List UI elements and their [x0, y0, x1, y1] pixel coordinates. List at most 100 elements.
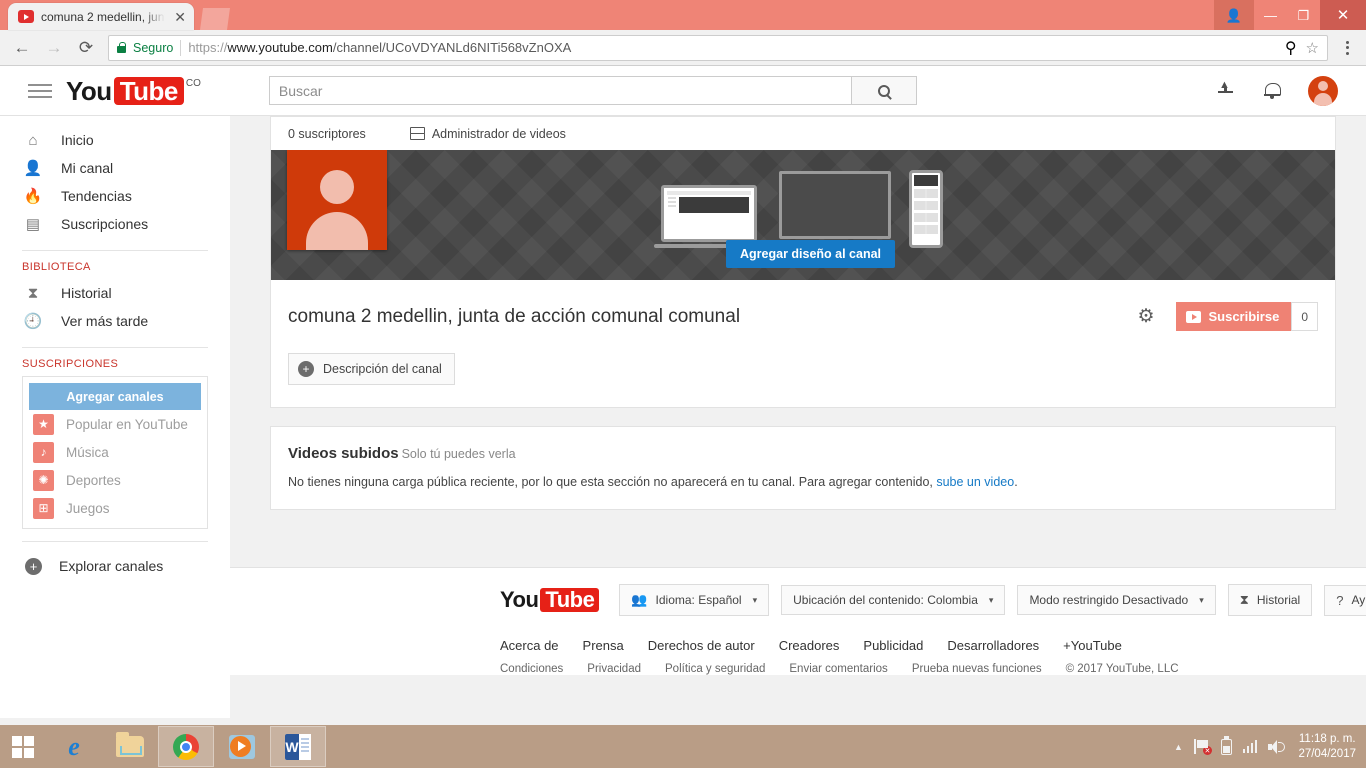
omnibox-icons: ⚲ ☆: [1285, 38, 1319, 58]
sidebar-item-label: Suscripciones: [61, 216, 149, 232]
trending-flame-icon: 🔥: [23, 188, 43, 205]
footer-links: Acerca de Prensa Derechos de autor Cread…: [230, 638, 1366, 675]
upload-icon[interactable]: [1216, 79, 1236, 100]
new-tab-button[interactable]: [200, 8, 230, 30]
sidebar-item-inicio[interactable]: ⌂ Inicio: [0, 126, 230, 154]
laptop-icon: [654, 185, 767, 248]
restricted-mode-selector[interactable]: Modo restringido Desactivado ▾: [1017, 585, 1216, 615]
copyright-text: © 2017 YouTube, LLC: [1065, 663, 1179, 675]
key-icon[interactable]: ⚲: [1285, 38, 1297, 58]
forward-button[interactable]: →: [40, 34, 68, 62]
main-content: 0 suscriptores Administrador de videos A…: [230, 116, 1366, 718]
add-channel-art-button[interactable]: Agregar diseño al canal: [726, 240, 896, 268]
uploads-heading: Videos subidos: [288, 445, 399, 462]
add-channels-button[interactable]: Agregar canales: [29, 383, 201, 410]
history-label: Historial: [1256, 593, 1301, 607]
battery-icon[interactable]: [1220, 735, 1232, 755]
taskbar-item-word[interactable]: W: [270, 726, 326, 767]
show-hidden-icons-icon[interactable]: ▲: [1174, 742, 1183, 752]
music-note-icon: ♪: [33, 441, 54, 463]
window-controls: 👤 — ❐ ✕: [1214, 0, 1366, 30]
footer-logo[interactable]: You Tube: [500, 588, 600, 612]
volume-icon[interactable]: [1268, 739, 1286, 754]
uploads-empty-text: No tienes ninguna carga pública reciente…: [288, 475, 937, 489]
address-bar[interactable]: Seguro https://www.youtube.com/channel/U…: [108, 34, 1328, 61]
gamepad-icon: ⊞: [33, 497, 54, 519]
windows-start-button[interactable]: [0, 725, 46, 768]
footer-help-button[interactable]: ? Ayuda: [1324, 584, 1366, 616]
sidebar-item-label: Ver más tarde: [61, 313, 149, 329]
sidebar-item-popular[interactable]: ★ Popular en YouTube: [29, 410, 201, 438]
uploads-empty-message: No tienes ninguna carga pública reciente…: [288, 475, 1318, 489]
sidebar-item-juegos[interactable]: ⊞ Juegos: [29, 494, 201, 522]
footer-link[interactable]: Enviar comentarios: [789, 663, 887, 675]
sidebar-item-tendencias[interactable]: 🔥 Tendencias: [0, 182, 230, 210]
footer-link[interactable]: Desarrolladores: [947, 638, 1039, 653]
youtube-logo[interactable]: You Tube CO: [66, 75, 201, 106]
play-icon: [1186, 310, 1202, 323]
sidebar-item-ver-mas-tarde[interactable]: 🕘 Ver más tarde: [0, 307, 230, 335]
sidebar-item-musica[interactable]: ♪ Música: [29, 438, 201, 466]
footer-link[interactable]: Derechos de autor: [648, 638, 755, 653]
back-button[interactable]: ←: [8, 34, 36, 62]
footer-link[interactable]: Publicidad: [863, 638, 923, 653]
tab-strip: comuna 2 medellin, junta ✕ 👤 — ❐ ✕: [0, 0, 1366, 30]
url-scheme: https://: [188, 40, 228, 55]
taskbar-item-file-explorer[interactable]: [102, 726, 158, 767]
avatar[interactable]: [1308, 75, 1338, 106]
subscribe-button[interactable]: Suscribirse: [1176, 302, 1292, 331]
chevron-down-icon: ▾: [752, 594, 758, 605]
clock[interactable]: 11:18 p. m. 27/04/2017: [1298, 732, 1356, 762]
star-icon: ★: [33, 413, 54, 435]
close-window-button[interactable]: ✕: [1320, 0, 1366, 30]
search-input[interactable]: Buscar: [268, 76, 852, 105]
taskbar-item-media-player[interactable]: [214, 726, 270, 767]
footer-link[interactable]: +YouTube: [1063, 638, 1122, 653]
file-explorer-icon: [116, 732, 144, 757]
channel-description-button[interactable]: + Descripción del canal: [288, 353, 455, 385]
clock-date: 27/04/2017: [1298, 747, 1356, 760]
video-manager-link[interactable]: Administrador de videos: [409, 127, 566, 141]
channel-meta-bar: 0 suscriptores Administrador de videos: [271, 117, 1335, 150]
footer-link[interactable]: Prensa: [583, 638, 624, 653]
uploads-visibility: Solo tú puedes verla: [401, 447, 516, 461]
footer-link[interactable]: Prueba nuevas funciones: [912, 663, 1042, 675]
close-tab-icon[interactable]: ✕: [172, 10, 188, 24]
signal-bars-icon[interactable]: [1242, 740, 1258, 753]
profile-icon[interactable]: 👤: [1214, 0, 1254, 30]
maximize-button[interactable]: ❐: [1287, 0, 1320, 30]
reload-button[interactable]: ⟳: [72, 34, 100, 62]
help-label: Ayuda: [1351, 593, 1366, 607]
footer-history-button[interactable]: ⧗ Historial: [1227, 584, 1313, 616]
bookmark-star-icon[interactable]: ☆: [1306, 39, 1319, 57]
network-flag-icon[interactable]: ✕: [1193, 739, 1212, 755]
gear-icon[interactable]: ⚙: [1137, 307, 1156, 326]
taskbar-item-internet-explorer[interactable]: e: [46, 726, 102, 767]
search-button[interactable]: [851, 76, 917, 105]
url-path: /channel/UCoVDYANLd6NITi568vZnOXA: [332, 40, 572, 55]
footer-link[interactable]: Acerca de: [500, 638, 559, 653]
footer-link[interactable]: Creadores: [779, 638, 840, 653]
sidebar-item-deportes[interactable]: ✺ Deportes: [29, 466, 201, 494]
subscribe-group: Suscribirse 0: [1176, 302, 1318, 331]
language-selector[interactable]: 👥 Idioma: Español ▾: [619, 584, 770, 616]
footer-link[interactable]: Privacidad: [587, 663, 641, 675]
footer-link[interactable]: Condiciones: [500, 663, 563, 675]
sidebar-item-mi-canal[interactable]: 👤 Mi canal: [0, 154, 230, 182]
browser-tab[interactable]: comuna 2 medellin, junta ✕: [8, 3, 194, 30]
hamburger-icon[interactable]: [28, 83, 52, 98]
content-location-selector[interactable]: Ubicación del contenido: Colombia ▾: [781, 585, 1006, 615]
chrome-menu-icon[interactable]: [1336, 40, 1358, 55]
logo-you-text: You: [66, 75, 112, 106]
sidebar-item-suscripciones[interactable]: ▤ Suscripciones: [0, 210, 230, 238]
taskbar-item-google-chrome[interactable]: [158, 726, 214, 767]
upload-video-link[interactable]: sube un video: [936, 475, 1014, 489]
bell-icon[interactable]: [1264, 82, 1281, 99]
minimize-button[interactable]: —: [1254, 0, 1287, 30]
sidebar-item-historial[interactable]: ⧗ Historial: [0, 279, 230, 307]
channel-avatar[interactable]: [287, 150, 387, 250]
search-icon: [877, 84, 890, 97]
footer-link[interactable]: Política y seguridad: [665, 663, 765, 675]
sidebar-heading-biblioteca: BIBLIOTECA: [22, 261, 91, 273]
sidebar-item-explorar-canales[interactable]: + Explorar canales: [0, 552, 230, 580]
